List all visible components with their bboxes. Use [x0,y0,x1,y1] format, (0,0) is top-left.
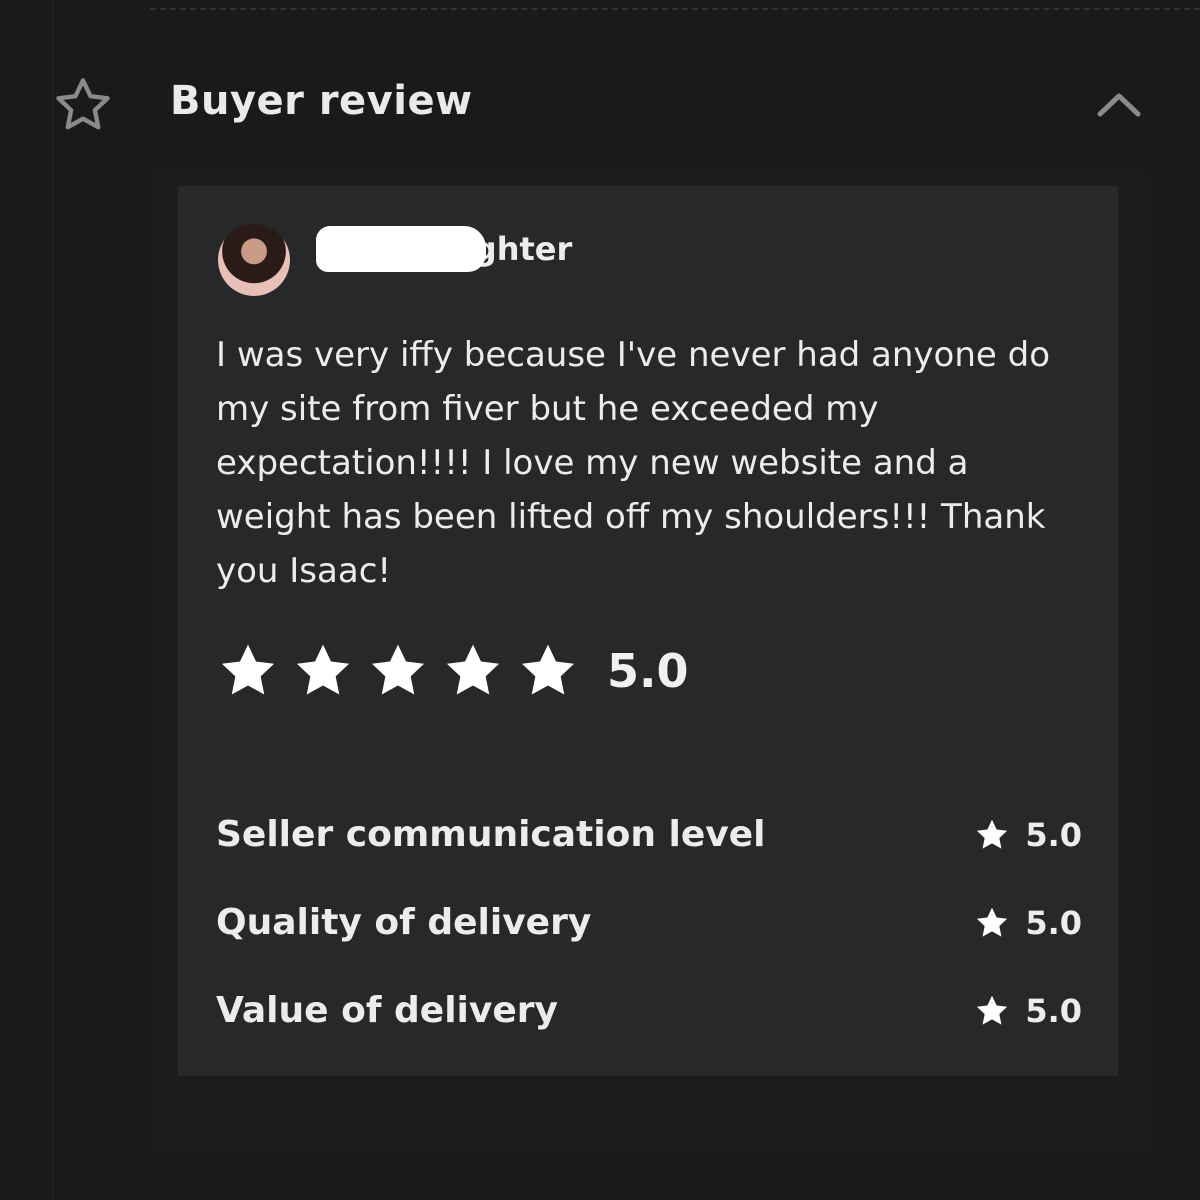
star-filled-icon [291,640,355,702]
buyer-review-page: Buyer review ighter I was very iffy beca… [0,0,1200,1200]
sub-rating-value: 5.0 [1025,816,1082,854]
sub-rating-label: Seller communication level [216,814,766,855]
section-header[interactable]: Buyer review [0,60,1200,150]
chevron-up-icon[interactable] [1094,86,1144,122]
sub-rating-label: Value of delivery [216,990,558,1031]
sub-rating-label: Quality of delivery [216,902,592,943]
divider [150,8,1200,10]
star-filled-icon [216,640,280,702]
overall-rating-value: 5.0 [607,644,689,698]
sub-rating-score: 5.0 [973,904,1082,942]
reviewer-name[interactable]: ighter [316,226,578,276]
sub-rating-row: Seller communication level 5.0 [216,806,1082,862]
sub-rating-value: 5.0 [1025,992,1082,1030]
star-filled-icon [516,640,580,702]
star-filled-icon [973,817,1011,853]
star-filled-icon [973,905,1011,941]
star-outline-icon [50,74,116,136]
review-card: ighter I was very iffy because I've neve… [178,186,1118,1076]
sub-rating-row: Value of delivery 5.0 [216,982,1082,1038]
section-title: Buyer review [170,78,473,124]
avatar[interactable] [218,224,290,296]
star-filled-icon [441,640,505,702]
overall-rating: 5.0 [216,636,689,706]
sub-rating-value: 5.0 [1025,904,1082,942]
sub-rating-score: 5.0 [973,816,1082,854]
redaction-mark [316,226,486,272]
review-text: I was very iffy because I've never had a… [216,335,1051,591]
divider [52,0,54,1200]
star-filled-icon [366,640,430,702]
sub-rating-row: Quality of delivery 5.0 [216,894,1082,950]
sub-rating-score: 5.0 [973,992,1082,1030]
star-filled-icon [973,993,1011,1029]
